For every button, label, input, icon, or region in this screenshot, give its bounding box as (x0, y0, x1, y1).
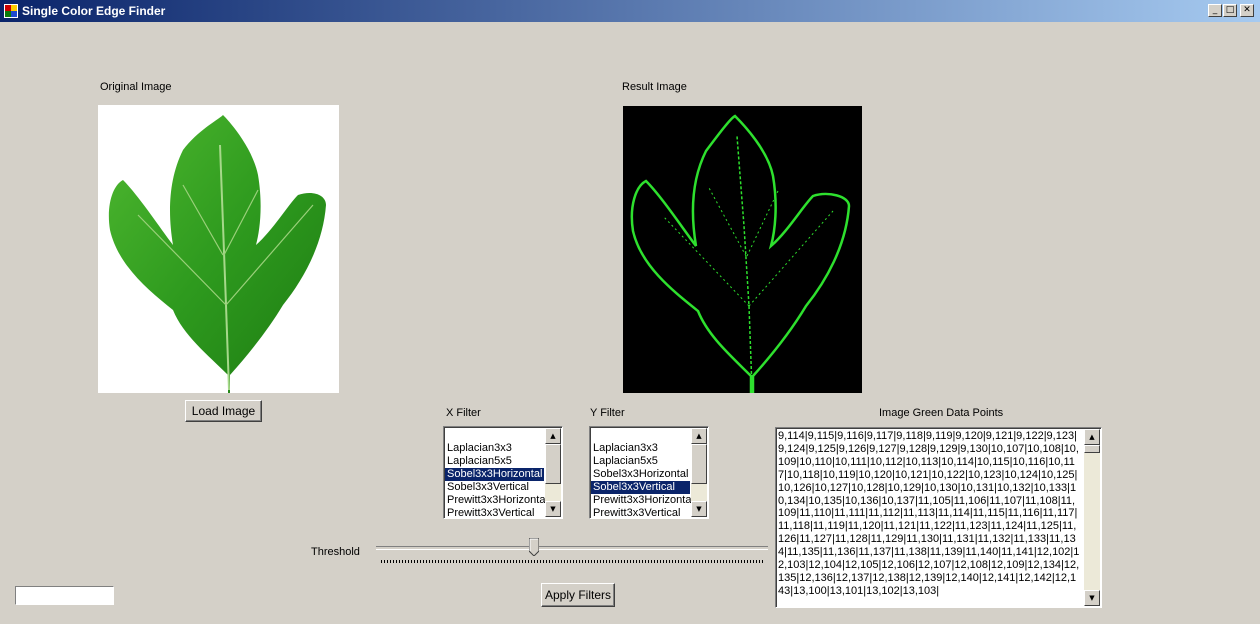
list-item[interactable]: Laplacian3x3 (445, 442, 544, 455)
title-bar[interactable]: Single Color Edge Finder _ □ ✕ (0, 0, 1260, 22)
x-filter-list[interactable]: Laplacian3x3 Laplacian5x5 Sobel3x3Horizo… (443, 426, 563, 519)
x-filter-scrollbar[interactable]: ▲ ▼ (545, 428, 561, 517)
x-filter-label: X Filter (446, 407, 481, 419)
y-filter-scrollbar[interactable]: ▲ ▼ (691, 428, 707, 517)
list-item[interactable]: Prewitt3x3Horizontal (591, 494, 694, 507)
close-icon: ✕ (1243, 5, 1251, 15)
close-button[interactable]: ✕ (1240, 4, 1254, 17)
slider-track (376, 546, 768, 550)
list-item[interactable]: Sobel3x3Horizontal (591, 468, 690, 481)
list-item[interactable]: Laplacian3x3 (591, 442, 690, 455)
original-image (98, 105, 339, 393)
list-item[interactable]: Prewitt3x3Horizontal (445, 494, 548, 507)
list-item[interactable]: Prewitt3x3Vertical (591, 507, 690, 518)
y-filter-label: Y Filter (590, 407, 625, 419)
maximize-button[interactable]: □ (1223, 4, 1237, 17)
slider-thumb[interactable] (528, 537, 540, 557)
threshold-label: Threshold (311, 546, 360, 558)
list-item-selected[interactable]: Sobel3x3Horizontal (445, 468, 544, 481)
list-item[interactable]: Laplacian5x5 (445, 455, 544, 468)
load-image-button[interactable]: Load Image (185, 400, 262, 422)
data-points-text[interactable]: 9,114|9,115|9,116|9,117|9,118|9,119|9,12… (778, 430, 1081, 598)
scroll-up-button[interactable]: ▲ (691, 428, 707, 444)
down-arrow-icon: ▼ (696, 505, 702, 513)
scroll-up-button[interactable]: ▲ (545, 428, 561, 444)
up-arrow-icon: ▲ (1089, 433, 1095, 441)
minimize-icon: _ (1212, 5, 1218, 15)
y-filter-list[interactable]: Laplacian3x3 Laplacian5x5 Sobel3x3Horizo… (589, 426, 709, 519)
up-arrow-icon: ▲ (696, 432, 702, 440)
scroll-down-button[interactable]: ▼ (545, 501, 561, 517)
slider-ticks (381, 560, 763, 563)
status-input[interactable] (15, 586, 114, 605)
scroll-up-button[interactable]: ▲ (1084, 429, 1100, 445)
threshold-slider[interactable] (376, 537, 768, 568)
maximize-icon: □ (1225, 5, 1235, 15)
leaf-image (108, 115, 326, 393)
down-arrow-icon: ▼ (550, 505, 556, 513)
data-points-textbox[interactable]: 9,114|9,115|9,116|9,117|9,118|9,119|9,12… (775, 427, 1102, 608)
original-image-label: Original Image (100, 81, 172, 93)
list-item-selected[interactable]: Sobel3x3Vertical (591, 481, 690, 494)
data-points-label: Image Green Data Points (879, 407, 1004, 419)
result-image-label: Result Image (622, 81, 687, 93)
list-item[interactable]: Prewitt3x3Vertical (445, 507, 544, 518)
apply-filters-button[interactable]: Apply Filters (541, 583, 615, 607)
result-image (623, 106, 862, 393)
app-icon (4, 4, 18, 18)
up-arrow-icon: ▲ (550, 432, 556, 440)
list-item[interactable]: Sobel3x3Vertical (445, 481, 544, 494)
scroll-thumb[interactable] (545, 444, 561, 484)
down-arrow-icon: ▼ (1089, 594, 1095, 602)
edge-result-image (630, 114, 851, 393)
window-title: Single Color Edge Finder (22, 4, 166, 18)
scroll-thumb[interactable] (1084, 445, 1100, 453)
scroll-down-button[interactable]: ▼ (691, 501, 707, 517)
scroll-down-button[interactable]: ▼ (1084, 590, 1100, 606)
data-points-scrollbar[interactable]: ▲ ▼ (1084, 429, 1100, 606)
scroll-thumb[interactable] (691, 444, 707, 484)
minimize-button[interactable]: _ (1208, 4, 1222, 17)
list-item[interactable]: Laplacian5x5 (591, 455, 690, 468)
